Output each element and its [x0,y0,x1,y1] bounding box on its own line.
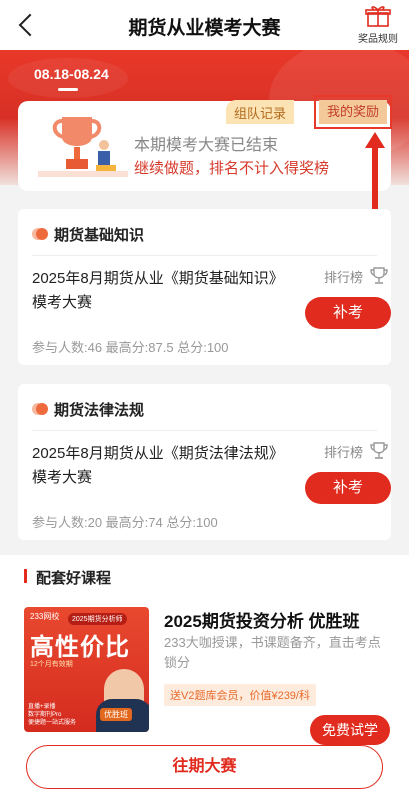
cover-banner-text: 2025期货分析师 [68,613,127,625]
exam-card: 期货法律法规 2025年8月期货从业《期货法律法规》模考大赛 排行榜 补考 参与… [18,384,391,540]
category-dot-icon [32,228,48,240]
trophy-illustration-icon [38,117,128,177]
trophy-cup-icon[interactable] [370,441,388,461]
prize-rules-label: 奖品规则 [358,34,398,45]
result-title: 本期模考大赛已结束 [134,137,279,154]
annotation-arrow-icon [365,132,385,218]
exam-card: 期货基础知识 2025年8月期货从业《期货基础知识》模考大赛 排行榜 补考 参与… [18,209,391,365]
divider [32,430,377,431]
exam-name[interactable]: 2025年8月期货从业《期货基础知识》模考大赛 [32,267,292,315]
section-title: 配套好课程 [36,570,112,587]
top-header: 期货从业模考大赛 奖品规则 [0,0,409,50]
cover-info-line: 直播+录播 [28,704,56,710]
trophy-cup-icon[interactable] [370,266,388,286]
makeup-exam-button[interactable]: 补考 [305,297,391,329]
my-rewards-button[interactable]: 我的奖励 [314,95,392,129]
gift-icon [365,6,391,27]
cover-sub-text: 12个月有效期 [30,661,73,668]
page-title: 期货从业模考大赛 [128,18,281,39]
cover-brand-text: 233网校 [30,612,60,621]
exam-category-title: 期货基础知识 [54,227,145,244]
cover-info-line: 便捷题一站式服务 [28,720,77,726]
section-accent-bar [24,569,27,583]
course-gift-badge: 送V2题库会员，价值¥239/科 [164,684,316,706]
exam-name[interactable]: 2025年8月期货从业《期货法律法规》模考大赛 [32,442,292,490]
exam-stats: 参与人数:46 最高分:87.5 总分:100 [32,340,229,355]
group-record-button[interactable]: 组队记录 [226,100,295,124]
leaderboard-link[interactable]: 排行榜 [324,442,363,461]
leaderboard-link[interactable]: 排行榜 [324,267,363,286]
category-dot-icon [32,403,48,415]
course-title[interactable]: 2025期货投资分析 优胜班 [164,607,360,632]
course-cover-image[interactable]: 233网校 2025期货分析师 高性价比 12个月有效期 优胜班 直播+录播 数… [24,607,149,732]
exam-category-title: 期货法律法规 [54,402,145,419]
free-trial-button[interactable]: 免费试学 [310,715,390,745]
result-subtitle: 继续做题，排名不计入得奖榜 [134,160,330,177]
course-description: 233大咖授课，书课题备齐，直击考点锁分 [164,635,381,670]
tab-date-range[interactable]: 08.18-08.24 [34,66,109,82]
tab-active-indicator [58,88,78,91]
makeup-exam-button[interactable]: 补考 [305,472,391,504]
divider [32,255,377,256]
cover-main-text: 高性价比 [30,634,130,661]
past-contests-button[interactable]: 往期大赛 [26,745,383,789]
cover-info-text: 直播+录播 数字期刊Pro 便捷题一站式服务 [28,703,76,727]
prize-rules-button[interactable]: 奖品规则 [355,4,401,45]
cover-tag-text: 优胜班 [100,708,132,721]
exam-stats: 参与人数:20 最高分:74 总分:100 [32,515,218,530]
cover-info-line: 数字期刊Pro [28,712,62,718]
my-rewards-label: 我的奖励 [319,100,387,124]
